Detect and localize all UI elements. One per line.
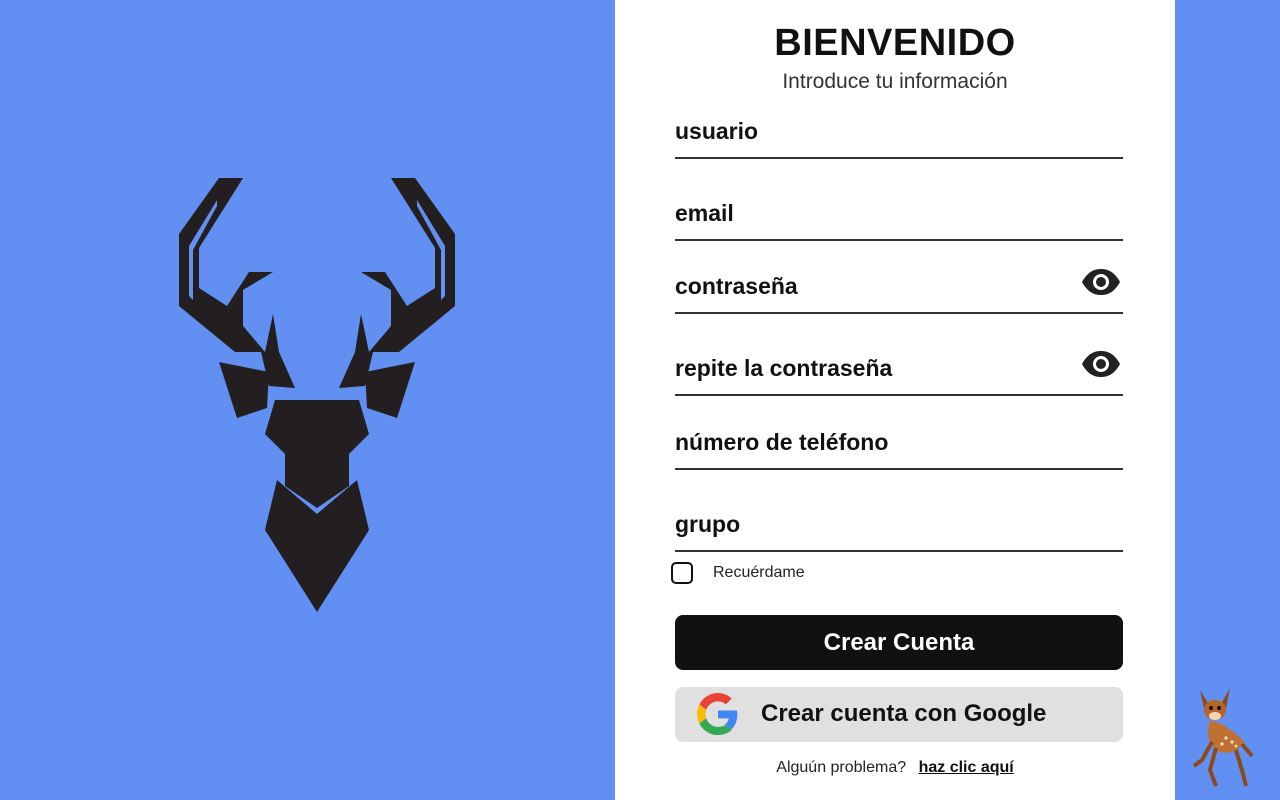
help-link[interactable]: haz clic aquí	[919, 759, 1014, 776]
help-text: Alguún problema?	[776, 759, 907, 776]
help-footer: Alguún problema? haz clic aquí	[615, 759, 1175, 777]
phone-field[interactable]: número de teléfono	[675, 428, 1123, 470]
group-field[interactable]: grupo	[675, 510, 1123, 552]
repeat-password-label: repite la contraseña	[675, 355, 893, 381]
eye-icon[interactable]	[1081, 350, 1121, 378]
username-label: usuario	[675, 118, 759, 144]
create-account-label: Crear Cuenta	[823, 628, 975, 656]
phone-label: número de teléfono	[675, 429, 889, 455]
username-field[interactable]: usuario	[675, 117, 1123, 159]
google-signup-button[interactable]: Crear cuenta con Google	[675, 687, 1123, 742]
google-icon	[697, 693, 738, 735]
eye-icon[interactable]	[1081, 268, 1121, 296]
right-strip	[1175, 0, 1280, 800]
remember-label: Recuérdame	[713, 564, 805, 581]
password-field[interactable]: contraseña	[675, 269, 1123, 314]
deer-logo	[179, 178, 455, 612]
signup-form: BIENVENIDO Introduce tu información usua…	[615, 0, 1175, 800]
create-account-button[interactable]: Crear Cuenta	[675, 615, 1123, 670]
password-label: contraseña	[675, 273, 798, 299]
page-title: BIENVENIDO	[774, 22, 1016, 64]
email-label: email	[675, 200, 734, 226]
page-subtitle: Introduce tu información	[782, 70, 1008, 93]
google-signup-label: Crear cuenta con Google	[761, 700, 1047, 727]
group-label: grupo	[675, 511, 741, 537]
remember-checkbox[interactable]	[671, 562, 693, 584]
repeat-password-field[interactable]: repite la contraseña	[675, 351, 1123, 396]
bambi-mascot	[1192, 688, 1254, 787]
email-field[interactable]: email	[675, 199, 1123, 241]
left-panel	[0, 0, 615, 800]
